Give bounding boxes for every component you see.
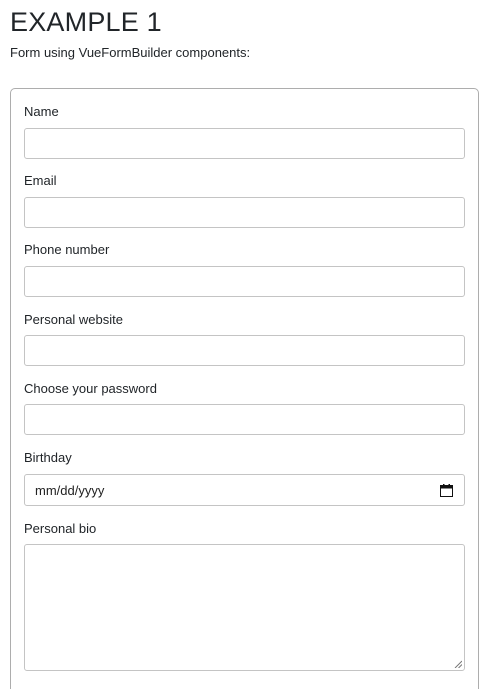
- page-title: EXAMPLE 1: [10, 7, 162, 37]
- phone-label: Phone number: [24, 242, 110, 257]
- name-input[interactable]: [24, 128, 465, 159]
- email-label: Email: [24, 173, 57, 188]
- bio-textarea[interactable]: [24, 544, 465, 671]
- website-input[interactable]: [24, 335, 465, 366]
- name-label: Name: [24, 104, 59, 119]
- phone-input[interactable]: [24, 266, 465, 297]
- password-label: Choose your password: [24, 381, 157, 396]
- password-input[interactable]: [24, 404, 465, 435]
- website-label: Personal website: [24, 312, 123, 327]
- resize-grip-icon[interactable]: [454, 660, 462, 668]
- page-subtitle: Form using VueFormBuilder components:: [10, 45, 251, 60]
- birthday-input[interactable]: mm/dd/yyyy: [24, 474, 465, 506]
- page: EXAMPLE 1 Form using VueFormBuilder comp…: [0, 0, 487, 689]
- bio-label: Personal bio: [24, 521, 97, 536]
- calendar-icon[interactable]: [440, 483, 453, 497]
- birthday-placeholder: mm/dd/yyyy: [35, 482, 105, 498]
- email-input[interactable]: [24, 197, 465, 228]
- birthday-label: Birthday: [24, 450, 72, 465]
